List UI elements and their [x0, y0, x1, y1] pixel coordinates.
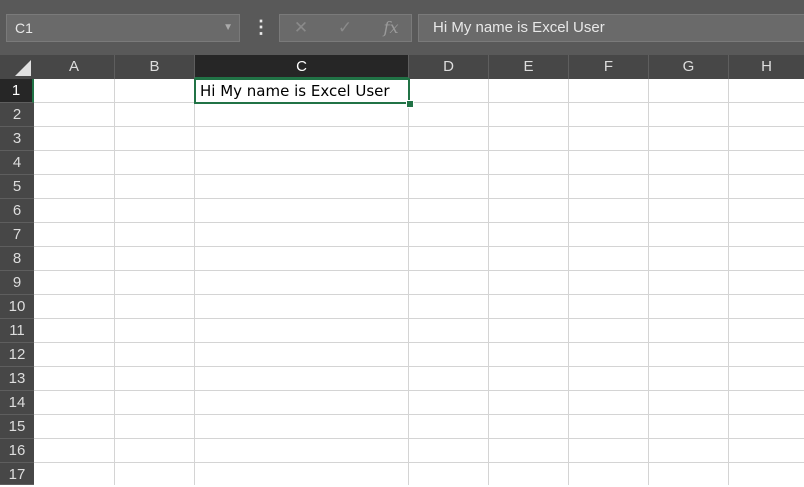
enter-check-icon[interactable]: ✓ — [332, 15, 358, 41]
row-header-7[interactable]: 7 — [0, 223, 34, 247]
row-header-9[interactable]: 9 — [0, 271, 34, 295]
row-header-8[interactable]: 8 — [0, 247, 34, 271]
gridline — [34, 414, 804, 415]
gridline — [488, 79, 489, 485]
gridline — [34, 390, 804, 391]
row-header-1[interactable]: 1 — [0, 79, 34, 103]
row-header-16[interactable]: 16 — [0, 439, 34, 463]
gridline — [568, 79, 569, 485]
column-header-h[interactable]: H — [729, 55, 804, 79]
column-header-g[interactable]: G — [649, 55, 729, 79]
gridline — [34, 294, 804, 295]
chevron-down-icon[interactable]: ▼ — [223, 15, 233, 41]
row-header-3[interactable]: 3 — [0, 127, 34, 151]
formula-value: Hi My name is Excel User — [433, 19, 605, 36]
name-box[interactable]: C1 ▼ — [6, 14, 240, 42]
formula-buttons: ✕ ✓ fx — [279, 14, 412, 42]
gridline — [34, 150, 804, 151]
gridline — [408, 79, 409, 485]
column-header-b[interactable]: B — [115, 55, 195, 79]
row-header-2[interactable]: 2 — [0, 103, 34, 127]
select-all-triangle-icon — [15, 60, 31, 76]
row-header-6[interactable]: 6 — [0, 199, 34, 223]
name-box-value: C1 — [15, 20, 33, 36]
column-header-c[interactable]: C — [195, 55, 409, 79]
column-header-e[interactable]: E — [489, 55, 569, 79]
fill-handle[interactable] — [406, 100, 414, 108]
gridline — [34, 198, 804, 199]
formula-input[interactable]: Hi My name is Excel User — [418, 14, 804, 42]
gridline — [34, 318, 804, 319]
row-header-17[interactable]: 17 — [0, 463, 34, 485]
more-options-icon[interactable]: ⋮ — [252, 14, 270, 42]
gridline — [648, 79, 649, 485]
gridline — [728, 79, 729, 485]
insert-function-icon[interactable]: fx — [378, 15, 404, 41]
gridline — [34, 270, 804, 271]
cell-grid[interactable] — [34, 79, 804, 485]
column-header-a[interactable]: A — [34, 55, 115, 79]
column-header-d[interactable]: D — [409, 55, 489, 79]
row-header-14[interactable]: 14 — [0, 391, 34, 415]
row-header-11[interactable]: 11 — [0, 319, 34, 343]
gridline — [34, 222, 804, 223]
gridline — [34, 366, 804, 367]
cell-value: Hi My name is Excel User — [200, 82, 390, 100]
gridline — [34, 438, 804, 439]
gridline — [34, 126, 804, 127]
cancel-icon[interactable]: ✕ — [288, 15, 314, 41]
select-all-button[interactable] — [0, 55, 34, 79]
row-header-15[interactable]: 15 — [0, 415, 34, 439]
row-header-5[interactable]: 5 — [0, 175, 34, 199]
gridline — [34, 102, 804, 103]
gridline — [114, 79, 115, 485]
active-cell-c1[interactable]: Hi My name is Excel User — [194, 78, 410, 104]
row-header-10[interactable]: 10 — [0, 295, 34, 319]
gridline — [194, 79, 195, 485]
gridline — [34, 246, 804, 247]
formula-bar-area: C1 ▼ ⋮ ✕ ✓ fx Hi My name is Excel User — [0, 0, 804, 55]
gridline — [34, 342, 804, 343]
gridline — [34, 462, 804, 463]
gridline — [34, 174, 804, 175]
row-header-12[interactable]: 12 — [0, 343, 34, 367]
row-header-4[interactable]: 4 — [0, 151, 34, 175]
row-header-13[interactable]: 13 — [0, 367, 34, 391]
column-header-f[interactable]: F — [569, 55, 649, 79]
